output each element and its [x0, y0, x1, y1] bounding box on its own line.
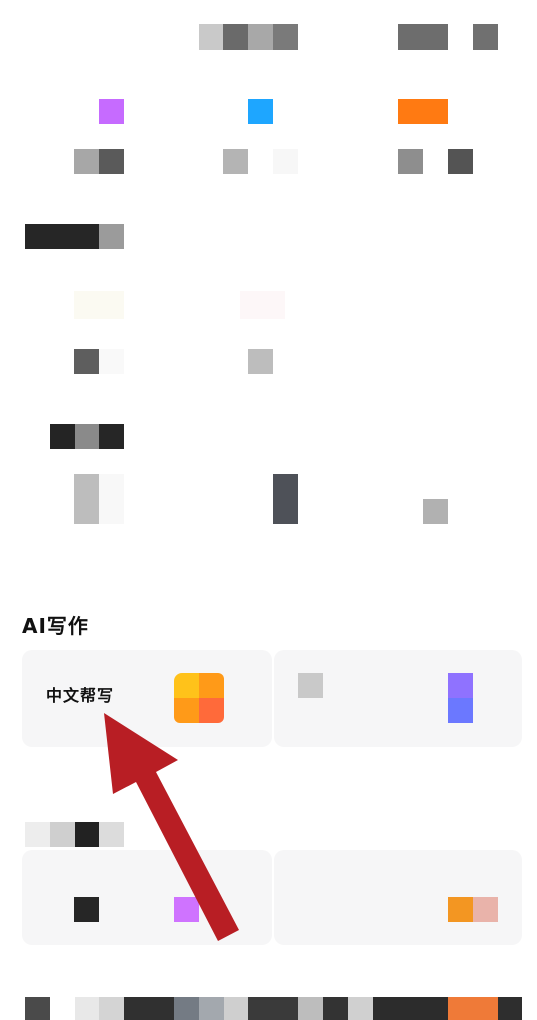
icon-label-blur — [99, 149, 124, 174]
item-blur — [74, 349, 99, 374]
orange-app-icon[interactable] — [398, 99, 448, 124]
item-blur — [99, 349, 124, 374]
icon-label-blur — [273, 149, 298, 174]
header-blur-left — [199, 24, 223, 50]
bottom-strip-blur — [248, 997, 298, 1020]
bottom-strip-blur — [224, 997, 248, 1020]
bottom-strip-blur — [25, 997, 50, 1020]
bottom-strip-blur — [99, 997, 124, 1020]
bottom-strip-blur — [50, 997, 75, 1020]
section-heading-blur — [50, 424, 75, 449]
card-ai-tool-3[interactable] — [22, 850, 272, 945]
section-heading-blur — [50, 822, 75, 847]
section-heading-blur — [99, 224, 124, 249]
item-blur — [248, 349, 273, 374]
section-heading-blur — [25, 822, 50, 847]
ai-tool-3-icon — [174, 897, 199, 922]
bottom-strip-blur — [348, 997, 373, 1020]
bottom-strip-blur — [448, 997, 498, 1020]
purple-app-icon[interactable] — [99, 99, 124, 124]
card-label-chinese-writing: 中文帮写 — [46, 686, 115, 705]
ai-tool-4-icon — [473, 897, 498, 922]
chinese-writing-app-icon — [199, 673, 224, 698]
icon-label-blur — [223, 149, 248, 174]
card-label-blur — [298, 673, 323, 698]
bottom-strip-blur — [298, 997, 323, 1020]
header-blur-left — [273, 24, 298, 50]
bottom-strip-blur — [323, 997, 348, 1020]
ai-tool-2-icon — [448, 673, 473, 698]
item-blur — [99, 474, 124, 524]
ai-tool-2-icon — [448, 698, 473, 723]
item-blur — [273, 474, 298, 524]
chinese-writing-app-icon — [174, 698, 199, 723]
bottom-strip-blur — [199, 997, 224, 1020]
header-blur-left — [248, 24, 273, 50]
icon-label-blur — [448, 149, 473, 174]
item-blur — [74, 474, 99, 524]
section-heading-blur — [75, 424, 99, 449]
section-heading-blur — [25, 224, 99, 249]
faint-item-blur — [74, 291, 124, 319]
section-heading-blur — [99, 424, 124, 449]
item-blur — [423, 499, 448, 524]
icon-label-blur — [74, 149, 99, 174]
card-label-blur — [74, 897, 99, 922]
ai-tool-4-icon — [448, 897, 473, 922]
section-heading-blur — [75, 822, 99, 847]
section-title-ai-writing: AI写作 — [22, 614, 89, 638]
header-blur-left — [223, 24, 248, 50]
header-blur-right — [473, 24, 498, 50]
card-ai-tool-2[interactable] — [274, 650, 522, 747]
faint-item-blur — [240, 291, 285, 319]
header-blur-right — [398, 24, 448, 50]
chinese-writing-app-icon — [174, 673, 199, 698]
bottom-strip-blur — [174, 997, 199, 1020]
icon-label-blur — [398, 149, 423, 174]
bottom-strip-blur — [75, 997, 99, 1020]
bottom-strip-blur — [498, 997, 522, 1020]
bottom-strip-blur — [373, 997, 448, 1020]
bottom-strip-blur — [124, 997, 174, 1020]
section-heading-blur — [99, 822, 124, 847]
chinese-writing-app-icon — [199, 698, 224, 723]
blue-app-icon[interactable] — [248, 99, 273, 124]
